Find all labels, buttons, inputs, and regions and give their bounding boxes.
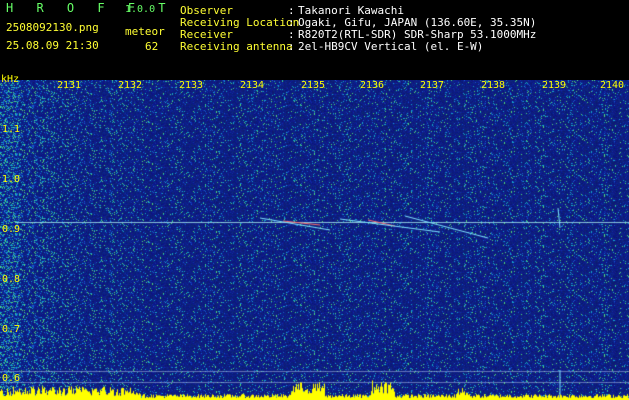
y-tick-label: 0.6 bbox=[2, 373, 21, 384]
x-tick-label: 2134 bbox=[240, 80, 265, 91]
app-version: 1.0.0 bbox=[125, 4, 156, 15]
x-tick-label: 2140 bbox=[600, 80, 625, 91]
antenna-value: 2el-HB9CV Vertical (el. E-W) bbox=[298, 40, 484, 53]
meteor-label: meteor bbox=[125, 25, 165, 38]
datetime-label: 25.08.09 21:30 bbox=[6, 39, 99, 52]
x-tick-label: 2132 bbox=[118, 80, 143, 91]
y-tick-label: 1.0 bbox=[2, 174, 21, 185]
spectrogram-canvas bbox=[0, 80, 629, 400]
x-tick-label: 2138 bbox=[481, 80, 506, 91]
meteor-count: 62 bbox=[145, 40, 159, 53]
x-tick-label: 2137 bbox=[420, 80, 445, 91]
y-tick-label: 0.9 bbox=[2, 224, 21, 235]
x-tick-label: 2133 bbox=[179, 80, 204, 91]
header-panel: H R O F F T 1.0.0 2508092130.png 25.08.0… bbox=[0, 0, 629, 80]
x-tick-label: 2131 bbox=[57, 80, 82, 91]
x-tick-label: 2136 bbox=[360, 80, 385, 91]
antenna-label: Receiving antenna bbox=[180, 40, 293, 53]
x-tick-label: 2139 bbox=[542, 80, 567, 91]
filename-label: 2508092130.png bbox=[6, 21, 99, 34]
y-tick-label: 1.1 bbox=[2, 124, 21, 135]
y-tick-label: 0.7 bbox=[2, 324, 21, 335]
antenna-separator: : bbox=[288, 40, 295, 53]
y-tick-label: 0.8 bbox=[2, 274, 21, 285]
y-unit-label: kHz bbox=[1, 74, 20, 85]
x-tick-label: 2135 bbox=[301, 80, 326, 91]
